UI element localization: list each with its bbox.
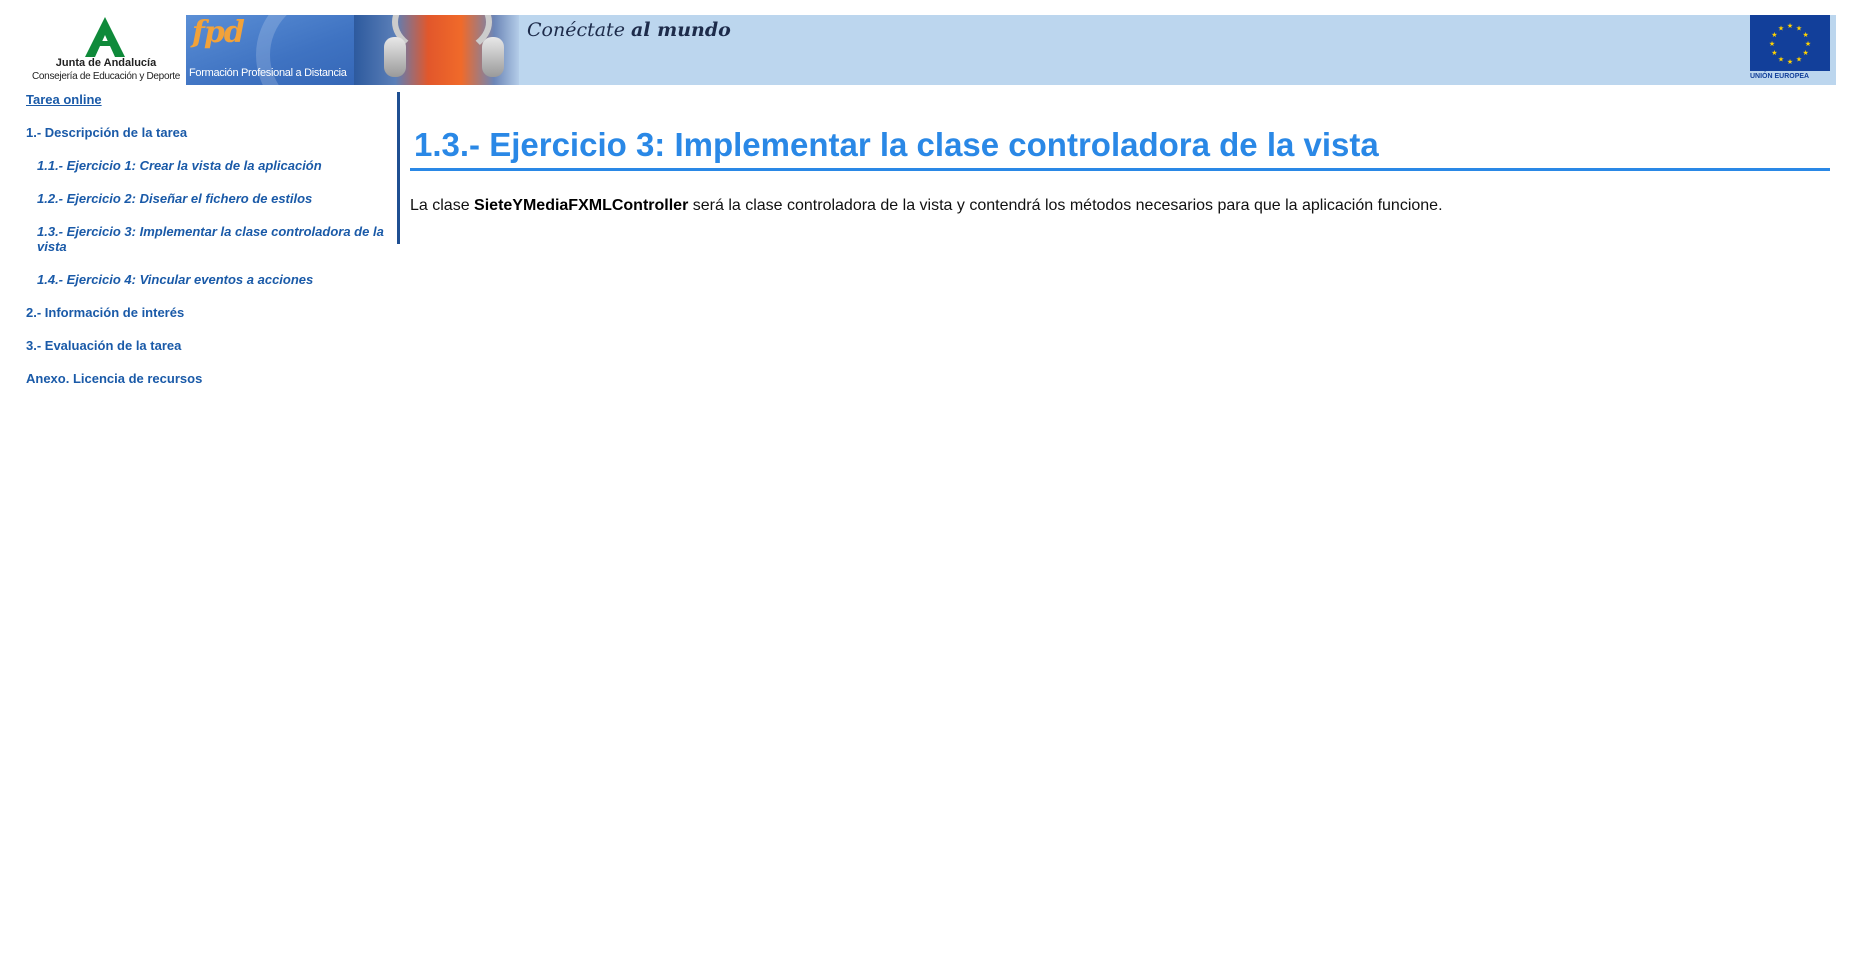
slogan-suffix: al mundo xyxy=(631,19,731,41)
svg-text:★: ★ xyxy=(1802,31,1808,39)
svg-text:★: ★ xyxy=(1787,22,1793,30)
paragraph-text-before: La clase xyxy=(410,197,475,214)
slogan-prefix: Conéctate xyxy=(527,19,625,41)
class-name-bold: SieteYMediaFXMLController xyxy=(474,197,689,214)
nav-link-ejercicio-2[interactable]: 1.2.- Ejercicio 2: Diseñar el fichero de… xyxy=(26,191,399,206)
sidebar-divider xyxy=(397,92,400,244)
svg-text:★: ★ xyxy=(1796,56,1802,64)
svg-text:★: ★ xyxy=(1771,31,1777,39)
fpd-banner: fpd Formación Profesional a Distancia xyxy=(186,15,354,85)
banner-slogan-area: Conéctate al mundo ★ ★ ★ ★ ★ ★ ★ ★ ★ ★ ★… xyxy=(519,15,1836,85)
content-paragraph: La clase SieteYMediaFXMLController será … xyxy=(410,197,1830,215)
banner-photo xyxy=(354,15,519,85)
nav-link-evaluacion[interactable]: 3.- Evaluación de la tarea xyxy=(26,338,399,353)
eu-flag-icon: ★ ★ ★ ★ ★ ★ ★ ★ ★ ★ ★ ★ xyxy=(1750,15,1830,71)
svg-text:★: ★ xyxy=(1787,58,1793,66)
sidebar-nav: Tarea online 1.- Descripción de la tarea… xyxy=(26,92,399,404)
paragraph-text-after: será la clase controladora de la vista y… xyxy=(688,197,1443,214)
nav-link-descripcion[interactable]: 1.- Descripción de la tarea xyxy=(26,125,399,140)
nav-link-anexo[interactable]: Anexo. Licencia de recursos xyxy=(26,371,399,386)
nav-link-informacion[interactable]: 2.- Información de interés xyxy=(26,305,399,320)
nav-link-tarea-online[interactable]: Tarea online xyxy=(26,92,399,107)
eu-logo: ★ ★ ★ ★ ★ ★ ★ ★ ★ ★ ★ ★ UNIÓN EUROPEA xyxy=(1750,15,1830,85)
svg-text:★: ★ xyxy=(1771,49,1777,57)
junta-andalucia-logo-icon xyxy=(85,17,125,57)
eu-caption: UNIÓN EUROPEA xyxy=(1750,73,1810,80)
headphones-icon xyxy=(384,37,406,77)
svg-text:★: ★ xyxy=(1778,24,1784,32)
nav-link-ejercicio-3[interactable]: 1.3.- Ejercicio 3: Implementar la clase … xyxy=(26,224,399,254)
svg-text:★: ★ xyxy=(1778,56,1784,64)
header-banner: Junta de Andalucía Consejería de Educaci… xyxy=(26,15,1836,85)
fpd-caption: Formación Profesional a Distancia xyxy=(189,67,347,79)
junta-subtitle: Consejería de Educación y Deporte xyxy=(32,71,180,82)
junta-name: Junta de Andalucía xyxy=(55,57,157,69)
svg-text:★: ★ xyxy=(1802,49,1808,57)
svg-text:★: ★ xyxy=(1796,24,1802,32)
page-title: 1.3.- Ejercicio 3: Implementar la clase … xyxy=(410,124,1830,171)
banner-slogan: Conéctate al mundo xyxy=(527,19,731,41)
nav-link-ejercicio-4[interactable]: 1.4.- Ejercicio 4: Vincular eventos a ac… xyxy=(26,272,399,287)
svg-text:★: ★ xyxy=(1769,40,1775,48)
svg-text:★: ★ xyxy=(1805,40,1811,48)
nav-link-ejercicio-1[interactable]: 1.1.- Ejercicio 1: Crear la vista de la … xyxy=(26,158,399,173)
main-content: 1.3.- Ejercicio 3: Implementar la clase … xyxy=(410,124,1830,231)
fpd-logo: fpd xyxy=(192,15,245,50)
junta-logo: Junta de Andalucía Consejería de Educaci… xyxy=(26,15,186,85)
